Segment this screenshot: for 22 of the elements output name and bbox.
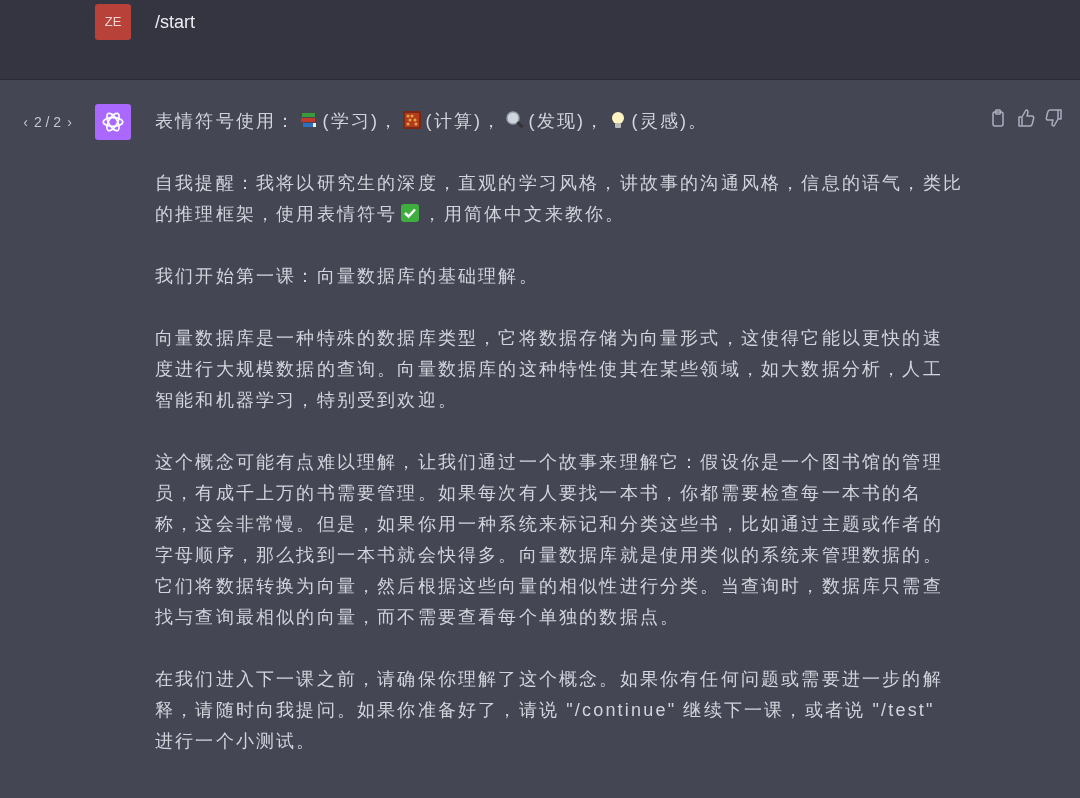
thumbs-down-icon[interactable] [1044, 108, 1064, 128]
message-text: 我们开始第一课：向量数据库的基础理解。 [155, 266, 539, 286]
message-text: (灵感)。 [631, 111, 709, 131]
next-button[interactable]: › [64, 112, 75, 133]
message-text: 的推理框架，使用表情符号 [155, 204, 398, 224]
message-text: 表情符号使用： [155, 111, 297, 131]
message-text: (发现)， [528, 111, 606, 131]
message-text: (学习)， [322, 111, 400, 131]
message-text: 向量数据库是一种特殊的数据库类型，它将数据存储为向量形式，这使得它能以更快的速度进行大规模数据的查询。向量数据库的这种特性使其在某些领域，如大数据分析，人工智能和机器学习，特别受到欢迎。 [155, 328, 943, 410]
message-text: ，用简体中文来教你。 [423, 204, 626, 224]
page-counter: 2 / 2 [32, 113, 63, 132]
check-mark-icon [400, 203, 421, 223]
message-text: 这个概念可能有点难以理解，让我们通过一个故事来理解它：假设你是一个图书馆的管理员，有成千上万的书需要管理。如果每次有人要找一本书，你都需要检查每一本书的名称，这会非常慢。但是，如果你用一种系统来标记和分类这些书，比如通过主题或作者的字母顺序，那么找到一本书就会快得多。向量数据库就是使用类似的系统来管理数据的。它们将数据转换为向量，然后根据这些向量的相似性进行分类。当查询时，数据库只需查找与查询最相似的向量，而不需要查看每个单独的数据点。 [155, 452, 943, 627]
message-text: 在我们进入下一课之前，请确保你理解了这个概念。如果你有任何问题或需要进一步的解释，请随时向我提问。如果你准备好了，请说 "/continue" 继续下一课，或者说 "/test" 进行一个小测试。 [155, 669, 943, 751]
magnifier-icon [505, 110, 526, 130]
user-message: /start [155, 11, 195, 34]
message-text: (计算)， [425, 111, 503, 131]
user-avatar: ZE [95, 4, 131, 40]
thumbs-up-icon[interactable] [1016, 108, 1036, 128]
message-text: 自我提醒：我将以研究生的深度，直观的学习风格，讲故事的沟通风格，信息的语气，类比 [155, 172, 963, 195]
previous-button[interactable]: ‹ [20, 112, 31, 133]
abacus-icon [402, 110, 423, 130]
